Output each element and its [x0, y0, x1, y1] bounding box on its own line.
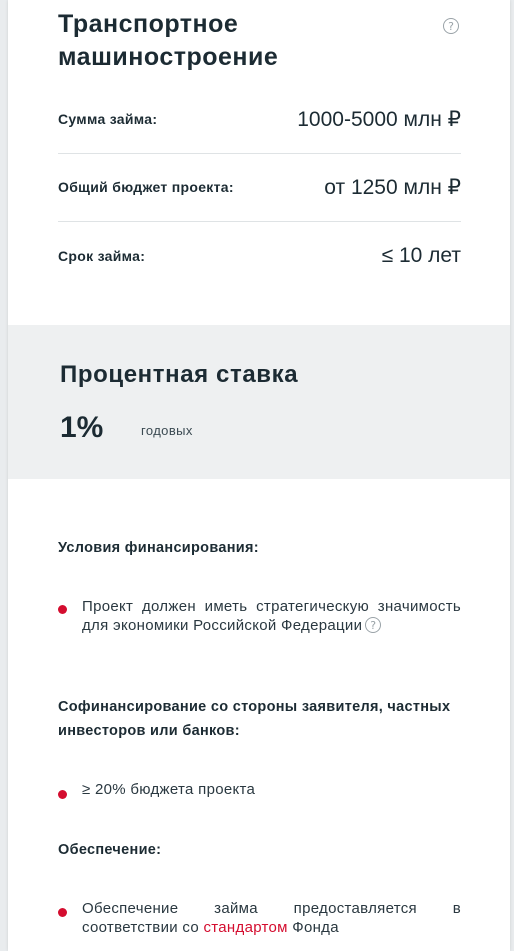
project-budget-label: Общий бюджет проекта: [58, 179, 234, 195]
program-title: Транспортное машиностроение [58, 10, 279, 71]
interest-rate-value: 1% [60, 411, 104, 444]
interest-rate-unit: годовых [141, 423, 193, 438]
question-icon[interactable]: ? [443, 18, 459, 34]
question-icon[interactable]: ? [365, 617, 382, 634]
loan-term-row: Срок займа: ≤ 10 лет [58, 222, 461, 290]
loan-amount-label: Сумма займа: [58, 111, 158, 127]
bullet-icon [58, 605, 67, 614]
program-card: Транспортное машиностроение ? Сумма займ… [8, 0, 510, 951]
bullet-icon [58, 908, 67, 917]
project-budget-value: от 1250 млн ₽ [324, 175, 461, 199]
interest-rate-block: Процентная ставка 1% годовых [8, 325, 510, 479]
loan-amount-value: 1000-5000 млн ₽ [297, 107, 461, 131]
security-item: Обеспечение займа предоставляется в соот… [82, 899, 461, 937]
loan-term-value: ≤ 10 лет [381, 244, 461, 267]
security-heading: Обеспечение: [58, 842, 162, 858]
conditions-item: Проект должен иметь стратегическую значи… [82, 597, 461, 635]
security-item-suffix: Фонда [292, 919, 339, 936]
project-budget-row: Общий бюджет проекта: от 1250 млн ₽ [58, 153, 461, 222]
loan-amount-row: Сумма займа: 1000-5000 млн ₽ [58, 85, 461, 154]
interest-rate-title: Процентная ставка [60, 361, 299, 388]
conditions-heading: Условия финансирования: [58, 540, 259, 556]
bullet-icon [58, 790, 67, 799]
conditions-item-text: Проект должен иметь стратегическую значи… [82, 598, 461, 634]
cofinancing-heading: Софинансирование со стороны заявителя, ч… [58, 699, 451, 739]
cofinancing-item: ≥ 20% бюджета проекта [82, 781, 256, 798]
loan-term-label: Срок займа: [58, 248, 146, 264]
standard-link[interactable]: стандартом [203, 919, 287, 936]
